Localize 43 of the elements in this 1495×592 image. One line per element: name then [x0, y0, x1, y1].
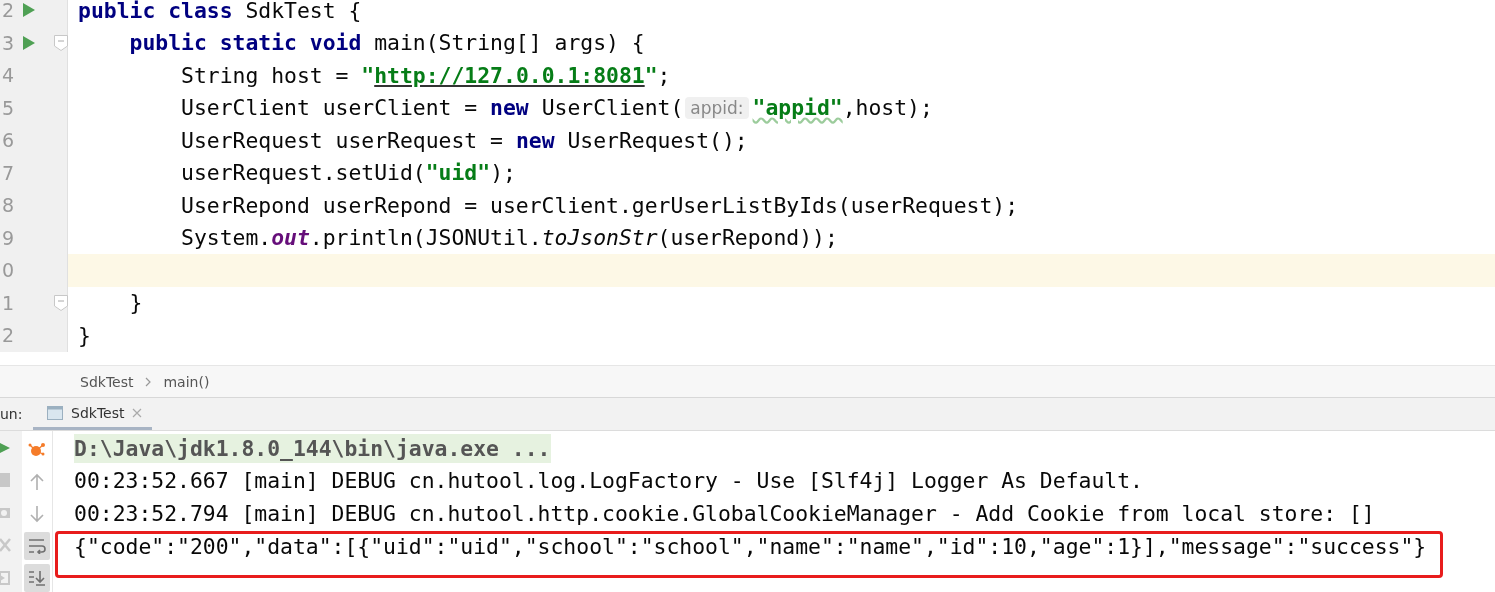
line-number: 7	[0, 161, 14, 184]
console-line: 00:23:52.794 [main] DEBUG cn.hutool.http.cookie.GlobalCookieManager - Add Cookie from local store: []	[74, 500, 1375, 526]
stop-icon[interactable]	[0, 473, 10, 487]
code-text: }	[78, 322, 91, 348]
line-number: 1	[0, 291, 14, 314]
code-text: }	[128, 290, 143, 316]
line-number: 4	[0, 64, 14, 87]
code-text: public class SdkTest {	[78, 0, 362, 23]
soft-wrap-icon[interactable]	[24, 532, 50, 560]
code-text: System.out.println(JSONUtil.toJsonStr(userRepond));	[180, 225, 838, 251]
code-text: UserRepond userRepond = userClient.gerUserListByIds(userRequest);	[180, 192, 1019, 218]
line-number: 0	[0, 259, 14, 282]
code-text: String host = "http://127.0.0.1:8081";	[180, 62, 671, 88]
close-icon[interactable]	[132, 407, 143, 418]
fold-icon[interactable]	[54, 34, 68, 51]
code-text: "appid",host);	[752, 95, 933, 121]
code-text: userRequest.setUid("uid");	[180, 160, 516, 186]
code-text: public static void main(String[] args) {	[128, 30, 645, 56]
line-number: 2	[0, 324, 14, 347]
line-number: 6	[0, 129, 14, 152]
console-line: 00:23:52.667 [main] DEBUG cn.hutool.log.LogFactory - Use [Slf4j] Logger As Default.	[74, 468, 1143, 494]
line-number: 9	[0, 226, 14, 249]
line-number: 2	[0, 0, 14, 22]
code-text: UserClient userClient = new UserClient(	[180, 95, 684, 121]
code-text: UserRequest userRequest = new UserRequest();	[180, 127, 748, 153]
console-icon	[47, 405, 63, 420]
parameter-hint: appid:	[685, 96, 749, 119]
run-icon[interactable]	[0, 441, 10, 455]
line-number: 8	[0, 194, 14, 217]
camera-icon[interactable]	[0, 505, 10, 519]
console-line: {"code":"200","data":[{"uid":"uid","school":"school","name":"name","id":10,"age":1}],"message":"success"}	[74, 533, 1427, 559]
line-number: 3	[0, 31, 14, 54]
run-icon[interactable]	[23, 3, 35, 18]
chevron-icon	[145, 376, 152, 387]
line-number: 5	[0, 96, 14, 119]
run-label: un:	[0, 406, 24, 422]
run-tab[interactable]: SdkTest	[33, 398, 153, 430]
breadcrumb-item[interactable]: main()	[163, 373, 210, 390]
run-icon[interactable]	[23, 35, 35, 50]
scroll-to-end-icon[interactable]	[24, 564, 50, 592]
exit-icon[interactable]	[0, 571, 10, 585]
breadcrumb-item[interactable]: SdkTest	[80, 373, 134, 390]
fold-icon[interactable]	[54, 294, 68, 311]
